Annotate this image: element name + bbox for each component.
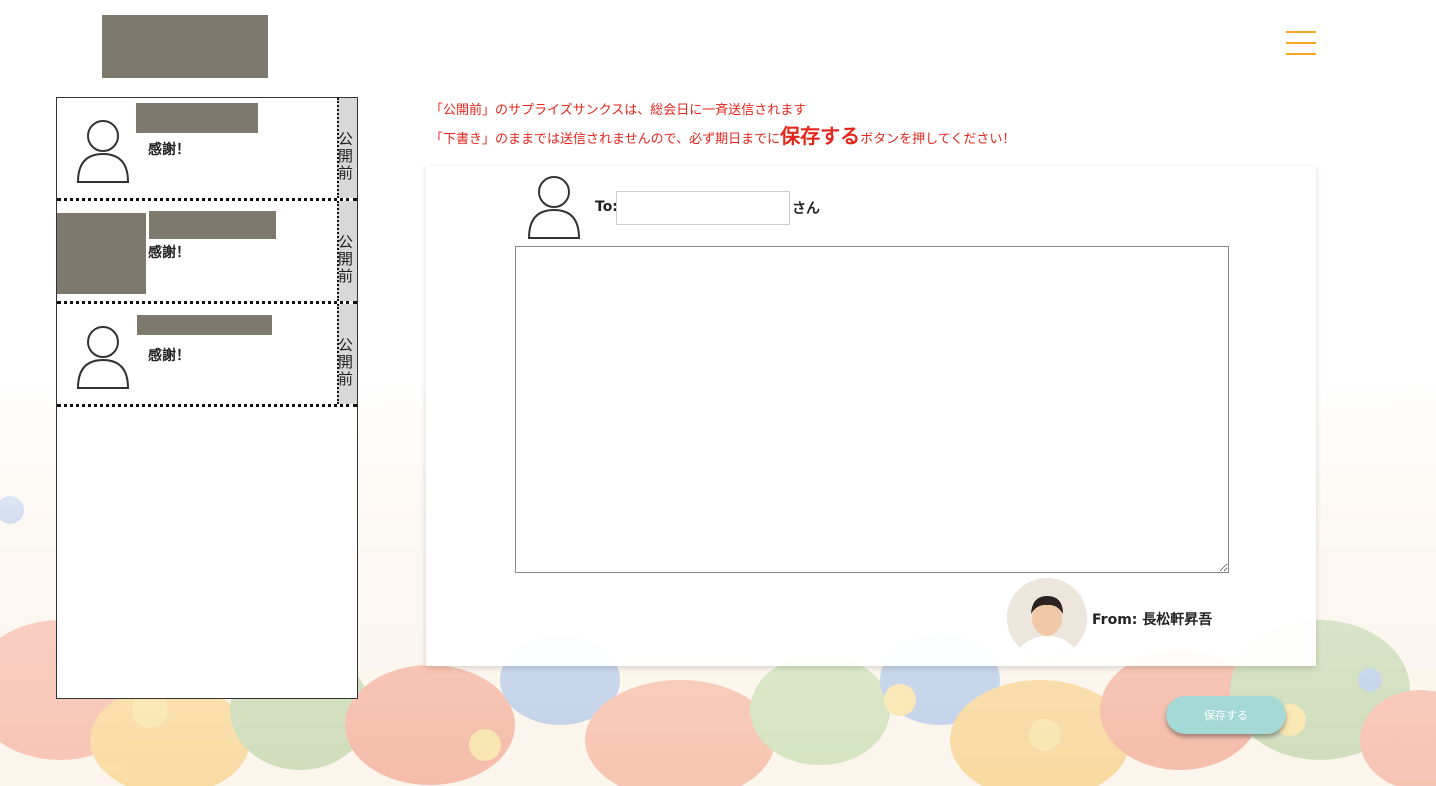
honorific-suffix: さん [792, 201, 820, 217]
to-label: To: [595, 199, 618, 215]
notice-text: ボタンを押してください！ [860, 132, 1016, 147]
compose-card: To: さん From: 長松軒昇吾 [426, 166, 1316, 666]
recipient-name-redacted [149, 211, 276, 239]
sender-avatar [1007, 578, 1087, 658]
recipient-name-redacted [136, 103, 258, 133]
notice-publish-info: 「公開前」のサプライズサンクスは、総会日に一斉送信されます [430, 103, 807, 118]
page: 感謝！ 公開前 感謝！ 公開前 感謝！ 公開前 「公開前」のサプライズサンクスは… [0, 0, 1436, 786]
message-textarea[interactable] [515, 246, 1229, 573]
recipient-name-redacted [137, 315, 272, 335]
status-badge: 公開前 [336, 98, 357, 198]
user-outline-icon [527, 176, 581, 239]
message-preview: 感謝！ [148, 142, 190, 158]
message-preview: 感謝！ [148, 245, 190, 261]
save-button[interactable]: 保存する [1166, 696, 1286, 734]
thanks-list: 感謝！ 公開前 感謝！ 公開前 感謝！ 公開前 [56, 97, 358, 699]
hamburger-menu-icon[interactable] [1284, 30, 1318, 56]
sender-label: From: 長松軒昇吾 [1092, 612, 1213, 628]
notice-draft-warning: 「下書き」のままでは送信されませんので、必ず期日までに保存するボタンを押してくだ… [430, 120, 1015, 149]
recipient-input[interactable] [616, 191, 790, 225]
status-badge: 公開前 [336, 304, 357, 404]
list-item[interactable]: 感謝！ 公開前 [57, 304, 357, 407]
user-outline-icon [76, 120, 130, 183]
status-badge: 公開前 [336, 201, 357, 301]
message-preview: 感謝！ [148, 348, 190, 364]
logo-redacted [102, 15, 268, 78]
list-item[interactable]: 感謝！ 公開前 [57, 98, 357, 201]
notice-text: 「下書き」のままでは送信されませんので、必ず期日までに [430, 132, 781, 147]
user-outline-icon [76, 326, 130, 389]
notice-emphasis: 保存する [780, 124, 861, 148]
sender-photo-icon [1007, 578, 1087, 658]
avatar-photo-redacted [57, 213, 146, 294]
